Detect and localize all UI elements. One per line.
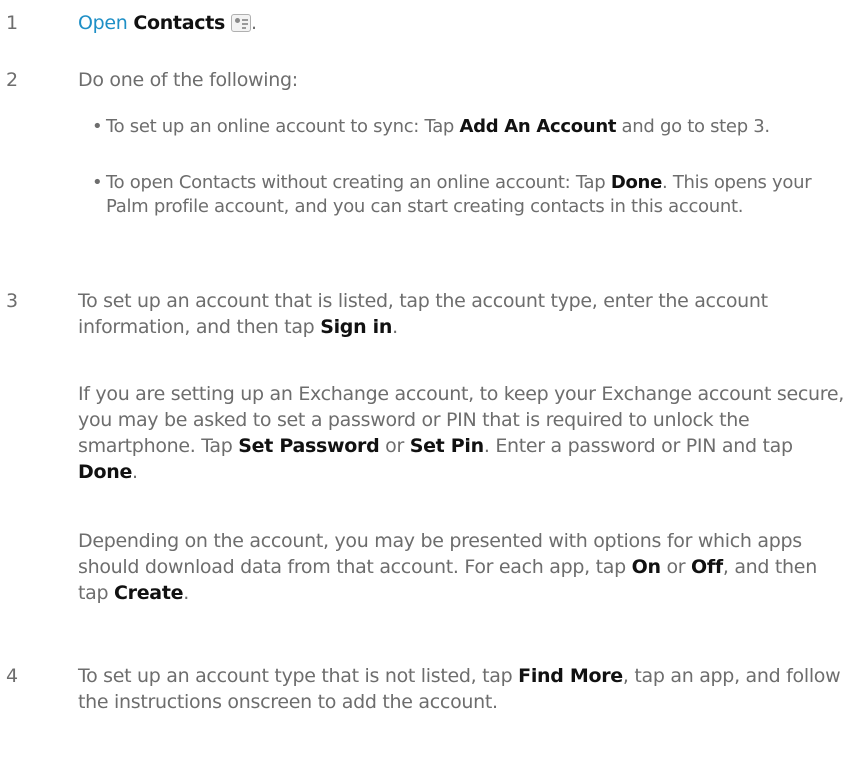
bullet-dot: • [92,116,103,137]
open-link[interactable]: Open [78,12,128,34]
bold-term: Done [610,172,662,193]
step-number: 1 [6,12,19,34]
instructions-document: 1 Open Contacts. 2 Do one of the followi… [0,0,850,780]
step-3-para-2: If you are setting up an Exchange accoun… [78,383,844,483]
bold-term: Sign in [320,316,393,338]
step-3-para-1: To set up an account that is listed, tap… [78,290,768,338]
bold-term: Off [691,556,723,578]
step-number: 2 [6,69,19,91]
step-number: 4 [6,665,19,687]
bold-term: Add An Account [459,116,617,137]
bold-term: Create [114,582,184,604]
bold-term: Set Pin [409,435,484,457]
step-2-text: Do one of the following: [78,69,298,91]
step-4-text: To set up an account type that is not li… [78,665,841,713]
contacts-app-icon [231,14,251,32]
app-name: Contacts [133,12,225,34]
step-3-para-3: Depending on the account, you may be pre… [78,530,817,604]
list-item-text: To set up an online account to sync: Tap… [106,116,770,137]
bold-term: On [631,556,661,578]
bullet-dot: • [92,172,103,193]
bold-term: Find More [518,665,623,687]
period: . [251,12,257,34]
step-number: 3 [6,290,19,312]
list-item-text: To open Contacts without creating an onl… [106,172,812,217]
bold-term: Set Password [238,435,380,457]
step-1-text: Open Contacts. [78,10,848,36]
bold-term: Done [78,461,133,483]
